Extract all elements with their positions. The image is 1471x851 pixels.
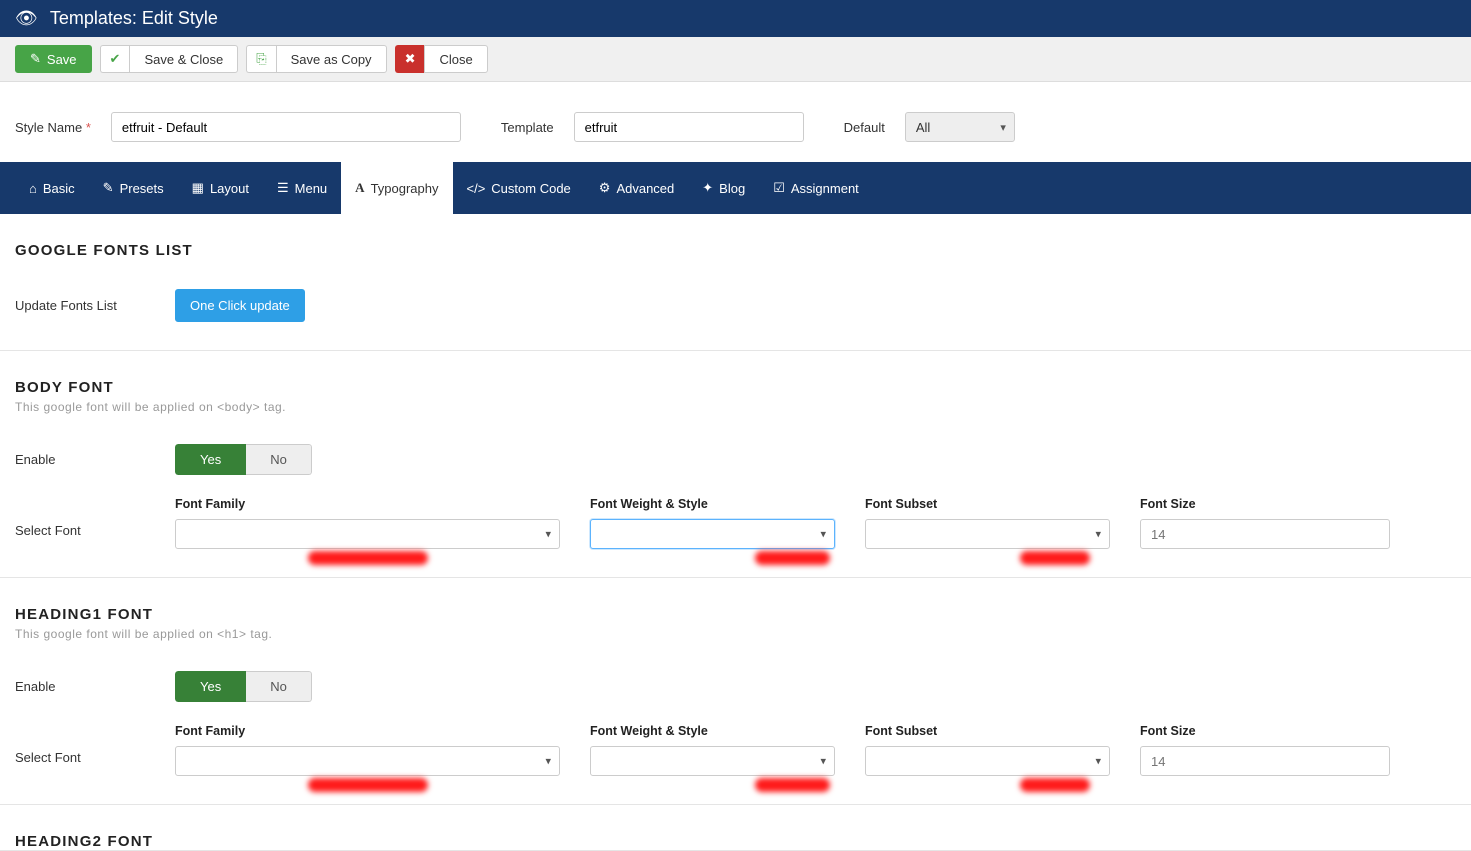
close-group: ✖ Close [395, 45, 488, 73]
section-h1-font: HEADING1 FONT This google font will be a… [0, 578, 1471, 805]
h1-font-title: HEADING1 FONT [15, 606, 1456, 623]
page-header: 👁 Templates: Edit Style [0, 0, 1471, 37]
section-body-font: BODY FONT This google font will be appli… [0, 351, 1471, 578]
h1-subset-label: Font Subset [865, 724, 1110, 738]
body-weight-label: Font Weight & Style [590, 497, 835, 511]
eye-icon: 👁 [15, 8, 38, 29]
save-label: Save [47, 52, 77, 67]
h1-select-label: Select Font [15, 724, 175, 765]
menu-icon: ☰ [277, 180, 289, 196]
font-icon: A [355, 180, 364, 196]
body-enable-label: Enable [15, 452, 175, 467]
redacted-marker [1020, 551, 1090, 565]
page-title: Templates: Edit Style [50, 8, 218, 29]
template-input[interactable] [574, 112, 804, 142]
home-icon: ⌂ [29, 181, 37, 196]
style-name-label: Style Name * [15, 120, 91, 135]
tab-menu[interactable]: ☰Menu [263, 162, 341, 214]
save-icon: ✎ [30, 51, 41, 67]
tab-assignment[interactable]: ☑Assignment [759, 162, 873, 214]
save-button[interactable]: ✎ Save [15, 45, 92, 73]
template-label: Template [501, 120, 554, 135]
redacted-marker [755, 551, 830, 565]
h1-font-desc: This google font will be applied on <h1>… [15, 627, 1456, 641]
body-subset-label: Font Subset [865, 497, 1110, 511]
close-icon[interactable]: ✖ [395, 45, 425, 73]
close-button[interactable]: Close [424, 45, 487, 73]
h1-weight-select[interactable] [590, 746, 835, 776]
body-family-select[interactable] [175, 519, 560, 549]
tabs-bar: ⌂Basic ✎Presets ▦Layout ☰Menu ATypograph… [0, 162, 1471, 214]
body-select-label: Select Font [15, 497, 175, 538]
update-fonts-button[interactable]: One Click update [175, 289, 305, 322]
body-enable-yes[interactable]: Yes [175, 444, 246, 475]
h1-subset-select[interactable] [865, 746, 1110, 776]
default-label: Default [844, 120, 885, 135]
content-area: GOOGLE FONTS LIST Update Fonts List One … [0, 214, 1471, 851]
h1-family-select[interactable] [175, 746, 560, 776]
style-name-input[interactable] [111, 112, 461, 142]
h1-enable-toggle: Yes No [175, 671, 312, 702]
body-enable-no[interactable]: No [246, 444, 312, 475]
google-fonts-title: GOOGLE FONTS LIST [15, 242, 1456, 259]
save-close-group: ✔ Save & Close [100, 45, 239, 73]
tab-custom-code[interactable]: </>Custom Code [453, 162, 585, 214]
tab-basic[interactable]: ⌂Basic [15, 162, 89, 214]
redacted-marker [308, 551, 428, 565]
section-google-fonts: GOOGLE FONTS LIST Update Fonts List One … [0, 214, 1471, 351]
redacted-marker [755, 778, 830, 792]
tab-advanced[interactable]: ⚙Advanced [585, 162, 688, 214]
copy-icon[interactable]: ⎘ [246, 45, 275, 73]
brush-icon: ✎ [103, 180, 114, 196]
save-close-button[interactable]: Save & Close [129, 45, 238, 73]
h1-family-label: Font Family [175, 724, 560, 738]
body-subset-select[interactable] [865, 519, 1110, 549]
h1-weight-label: Font Weight & Style [590, 724, 835, 738]
toolbar: ✎ Save ✔ Save & Close ⎘ Save as Copy ✖ C… [0, 37, 1471, 82]
update-fonts-label: Update Fonts List [15, 298, 175, 313]
gear-icon: ⚙ [599, 180, 611, 196]
tab-presets[interactable]: ✎Presets [89, 162, 178, 214]
h1-size-label: Font Size [1140, 724, 1390, 738]
style-form-row: Style Name * Template Default All [0, 82, 1471, 162]
redacted-marker [1020, 778, 1090, 792]
h1-enable-label: Enable [15, 679, 175, 694]
h1-size-input[interactable] [1140, 746, 1390, 776]
default-select[interactable]: All [905, 112, 1015, 142]
body-size-label: Font Size [1140, 497, 1390, 511]
h1-enable-no[interactable]: No [246, 671, 312, 702]
save-copy-group: ⎘ Save as Copy [246, 45, 386, 73]
save-copy-button[interactable]: Save as Copy [276, 45, 387, 73]
check-box-icon: ☑ [773, 180, 785, 196]
body-weight-select[interactable] [590, 519, 835, 549]
pin-icon: ✦ [702, 180, 713, 196]
layout-icon: ▦ [192, 180, 204, 196]
h1-enable-yes[interactable]: Yes [175, 671, 246, 702]
code-icon: </> [467, 181, 486, 196]
body-size-input[interactable] [1140, 519, 1390, 549]
body-family-label: Font Family [175, 497, 560, 511]
redacted-marker [308, 778, 428, 792]
tab-blog[interactable]: ✦Blog [688, 162, 759, 214]
body-font-desc: This google font will be applied on <bod… [15, 400, 1456, 414]
body-font-title: BODY FONT [15, 379, 1456, 396]
section-h2-font: HEADING2 FONT [0, 805, 1471, 851]
tab-typography[interactable]: ATypography [341, 162, 452, 214]
body-enable-toggle: Yes No [175, 444, 312, 475]
default-value: All [916, 120, 930, 135]
tab-layout[interactable]: ▦Layout [178, 162, 263, 214]
h2-font-title: HEADING2 FONT [15, 833, 1456, 850]
check-icon[interactable]: ✔ [100, 45, 130, 73]
